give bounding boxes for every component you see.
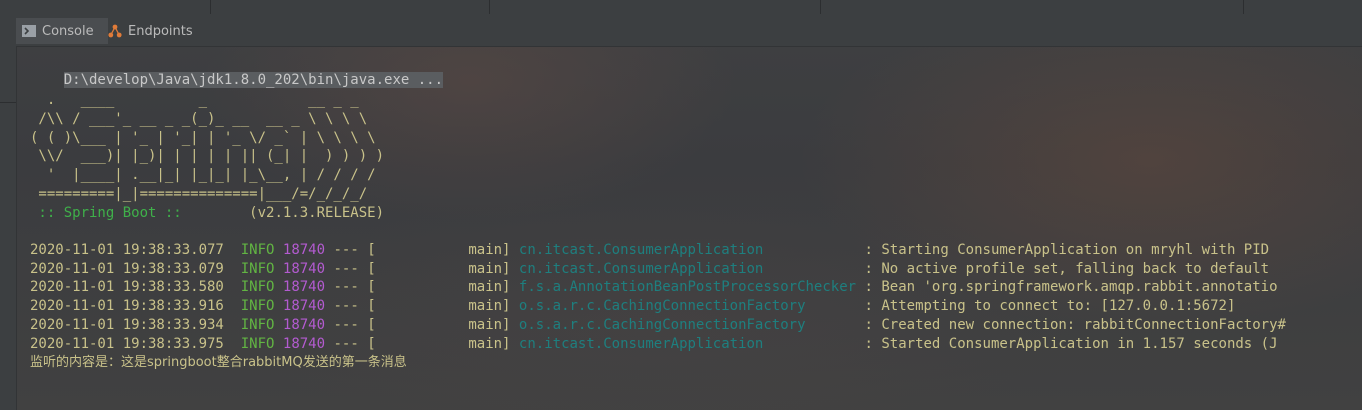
log-pid: 18740 xyxy=(282,336,326,352)
command-line: D:\develop\Java\jdk1.8.0_202\bin\java.ex… xyxy=(63,72,444,88)
log-level: INFO xyxy=(240,242,275,258)
banner-line-5: ' |____| .__|_| |_|_| |_\__, | / / / / xyxy=(30,167,376,183)
log-separator: --- [ xyxy=(325,242,376,258)
log-separator: --- [ xyxy=(325,336,376,352)
log-line: 2020-11-01 19:38:33.077 INFO 18740 --- [… xyxy=(30,241,1269,259)
log-logger: cn.itcast.ConsumerApplication xyxy=(518,336,857,352)
log-thread: main] xyxy=(375,317,519,333)
log-line: 2020-11-01 19:38:33.916 INFO 18740 --- [… xyxy=(30,297,1235,315)
log-thread: main] xyxy=(375,298,519,314)
log-separator: --- [ xyxy=(325,279,376,295)
log-pid: 18740 xyxy=(282,317,326,333)
log-level: INFO xyxy=(240,279,275,295)
log-logger: cn.itcast.ConsumerApplication xyxy=(518,261,857,277)
log-message: : Starting ConsumerApplication on mryhl … xyxy=(856,242,1270,258)
log-separator: --- [ xyxy=(325,261,376,277)
tab-endpoints-label: Endpoints xyxy=(128,23,193,39)
log-separator: --- [ xyxy=(325,298,376,314)
spring-boot-version: (v2.1.3.RELEASE) xyxy=(190,205,385,221)
log-level: INFO xyxy=(240,261,275,277)
tab-endpoints[interactable]: Endpoints xyxy=(108,18,208,44)
console-output[interactable]: D:\develop\Java\jdk1.8.0_202\bin\java.ex… xyxy=(16,47,1362,410)
log-pid: 18740 xyxy=(282,298,326,314)
left-gutter xyxy=(0,14,17,410)
log-timestamp: 2020-11-01 19:38:33.916 xyxy=(30,298,224,314)
tab-console[interactable]: Console xyxy=(16,18,108,44)
log-timestamp: 2020-11-01 19:38:33.975 xyxy=(30,336,224,352)
log-line: 2020-11-01 19:38:33.934 INFO 18740 --- [… xyxy=(30,316,1286,334)
log-logger: o.s.a.r.c.CachingConnectionFactory xyxy=(518,298,857,314)
log-logger: cn.itcast.ConsumerApplication xyxy=(518,242,857,258)
log-timestamp: 2020-11-01 19:38:33.077 xyxy=(30,242,224,258)
banner-line-4: \\/ ___)| |_)| | | | | || (_| | ) ) ) ) xyxy=(30,148,385,164)
log-logger: f.s.a.AnnotationBeanPostProcessorChecker xyxy=(518,279,857,295)
tool-window-tabbar: Console Endpoints xyxy=(16,14,1362,47)
log-message: : Attempting to connect to: [127.0.0.1:5… xyxy=(856,298,1236,314)
log-line: 2020-11-01 19:38:33.079 INFO 18740 --- [… xyxy=(30,260,1269,278)
log-thread: main] xyxy=(375,242,519,258)
log-separator: --- [ xyxy=(325,317,376,333)
log-thread: main] xyxy=(375,279,519,295)
spring-boot-label: :: Spring Boot :: xyxy=(30,205,191,221)
top-toolbar-strip xyxy=(0,0,1362,15)
tab-console-label: Console xyxy=(42,23,94,39)
log-message: : Created new connection: rabbitConnecti… xyxy=(856,317,1286,333)
log-thread: main] xyxy=(375,261,519,277)
log-pid: 18740 xyxy=(282,279,326,295)
log-logger: o.s.a.r.c.CachingConnectionFactory xyxy=(518,317,857,333)
log-level: INFO xyxy=(240,336,275,352)
spring-boot-version-line: :: Spring Boot :: (v2.1.3.RELEASE) xyxy=(30,204,384,222)
log-thread: main] xyxy=(375,336,519,352)
banner-line-3: ( ( )\___ | '_ | '_| | '_ \/ _` | \ \ \ … xyxy=(30,130,376,146)
log-pid: 18740 xyxy=(282,261,326,277)
log-message: : Bean 'org.springframework.amqp.rabbit.… xyxy=(856,279,1278,295)
log-pid: 18740 xyxy=(282,242,326,258)
banner-line-1: . ____ _ __ _ _ xyxy=(30,92,359,108)
log-level: INFO xyxy=(240,298,275,314)
log-level: INFO xyxy=(240,317,275,333)
log-message: : Started ConsumerApplication in 1.157 s… xyxy=(856,336,1278,352)
log-timestamp: 2020-11-01 19:38:33.580 xyxy=(30,279,224,295)
log-line: 2020-11-01 19:38:33.975 INFO 18740 --- [… xyxy=(30,335,1278,353)
banner-line-2: /\\ / ___'_ __ _ _(_)_ __ __ _ \ \ \ \ xyxy=(30,111,368,127)
log-timestamp: 2020-11-01 19:38:33.934 xyxy=(30,317,224,333)
endpoints-icon xyxy=(108,24,122,38)
log-timestamp: 2020-11-01 19:38:33.079 xyxy=(30,261,224,277)
console-icon xyxy=(22,24,36,38)
banner-line-6: =========|_|==============|___/=/_/_/_/ xyxy=(30,186,368,202)
log-message: : No active profile set, falling back to… xyxy=(856,261,1270,277)
log-line: 2020-11-01 19:38:33.580 INFO 18740 --- [… xyxy=(30,278,1278,296)
received-message: 监听的内容是：这是springboot整合rabbitMQ发送的第一条消息 xyxy=(30,355,407,370)
